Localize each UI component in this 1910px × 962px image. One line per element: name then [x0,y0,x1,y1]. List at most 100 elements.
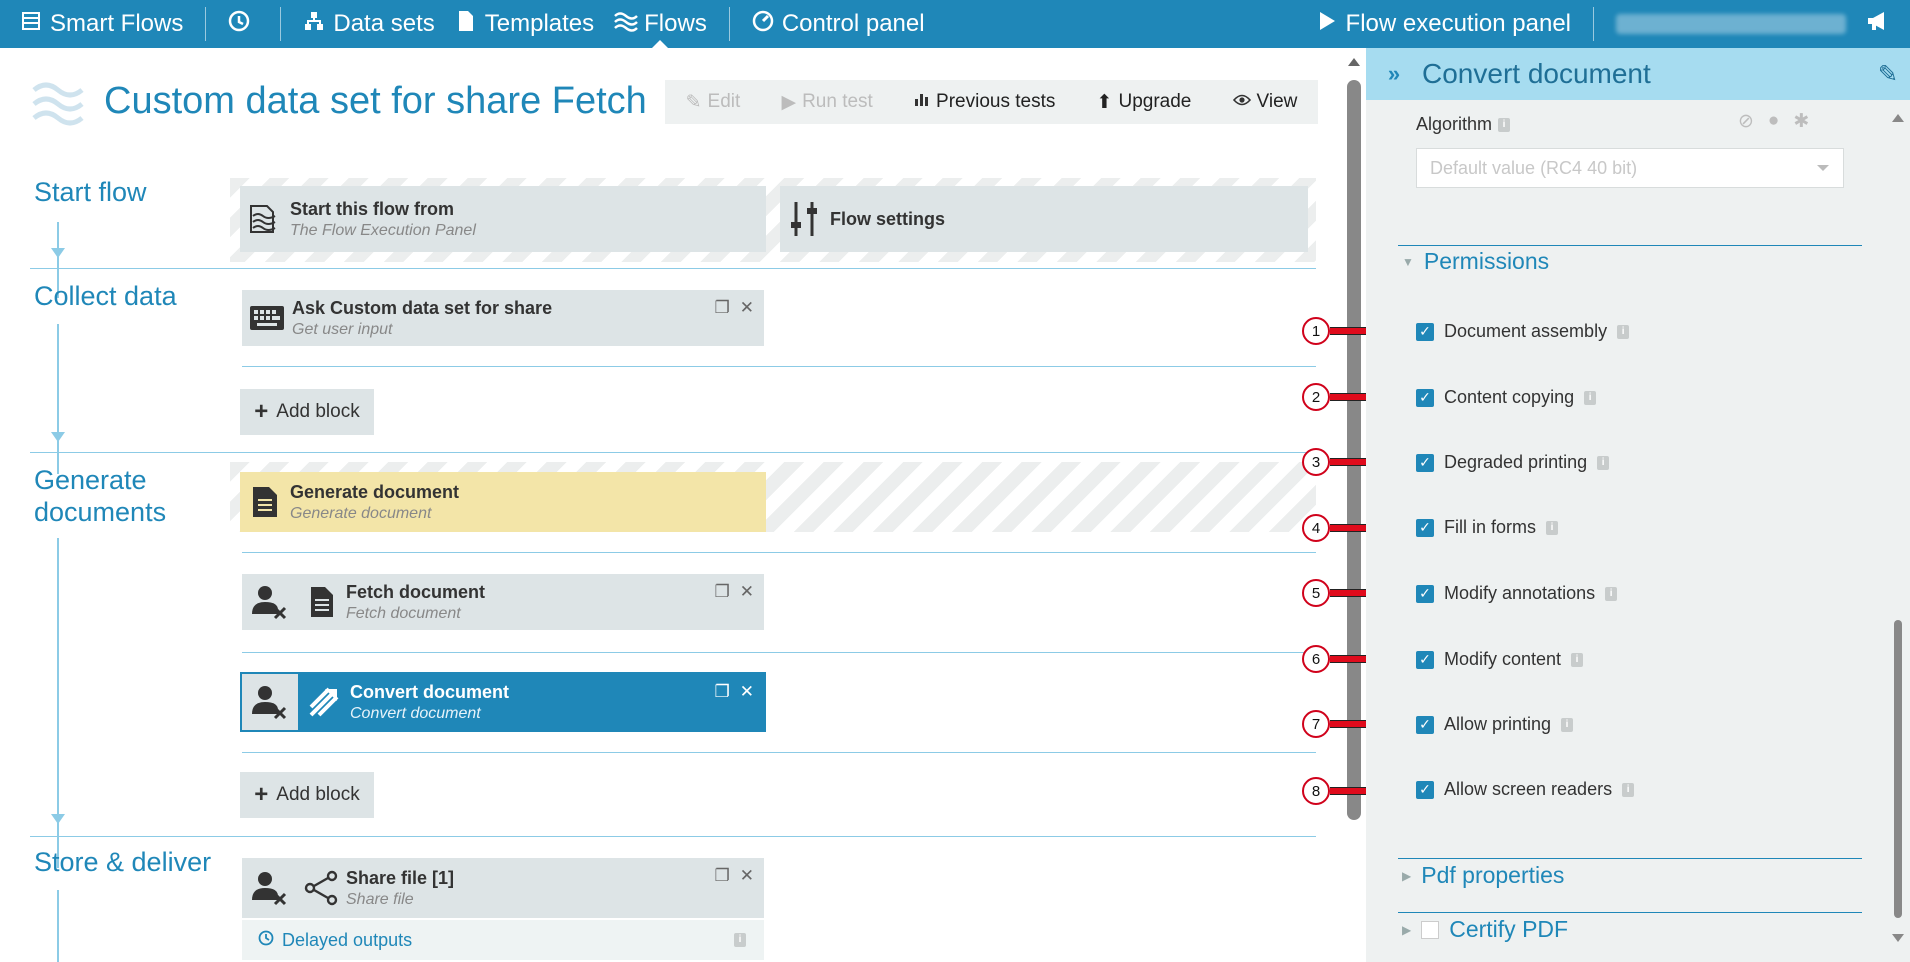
copy-icon[interactable]: ❐ [715,582,730,602]
add-block-button[interactable]: + Add block [240,389,374,435]
view-button[interactable]: View [1232,91,1297,113]
add-block-label: Add block [276,401,360,422]
checkbox-checked[interactable]: ✓ [1416,388,1434,407]
info-icon[interactable]: i [734,933,746,947]
copy-icon[interactable]: ❐ [715,298,730,318]
block-name: Share file [1] [346,867,455,888]
permission-content-copying[interactable]: ✓ Content copying i [1416,387,1597,408]
checkbox-checked[interactable]: ✓ [1416,715,1434,734]
nav-data-sets[interactable]: Data sets [293,0,444,48]
run-test-label: Run test [802,91,873,112]
permission-allow-printing[interactable]: ✓ Allow printing i [1416,714,1574,735]
block-share-file[interactable]: Share file [1] Share file ❐ ✕ [242,858,764,918]
nav-history-button[interactable] [218,0,268,48]
panel-scrollbar[interactable] [1894,620,1902,918]
info-icon[interactable]: i [1617,324,1630,339]
panel-scroll-down-arrow[interactable] [1892,934,1904,942]
permission-label: Allow screen readers [1444,779,1613,799]
block-ask-custom-data-set[interactable]: Ask Custom data set for share Get user i… [242,290,764,346]
block-divider [242,366,1316,367]
scroll-up-arrow[interactable] [1348,58,1360,66]
checkbox-unchecked[interactable] [1421,920,1440,939]
nav-notifications-button[interactable] [1856,0,1910,48]
close-icon[interactable]: ✕ [740,298,754,318]
block-convert-document[interactable]: Convert document Convert document ❐ ✕ [240,672,766,732]
algorithm-select[interactable]: Default value (RC4 40 bit) [1416,148,1844,188]
block-divider [242,652,1316,653]
certify-pdf-section-toggle[interactable]: ▶ Certify PDF [1402,916,1568,943]
permission-fill-in-forms[interactable]: ✓ Fill in forms i [1416,517,1559,538]
checkbox-checked[interactable]: ✓ [1416,518,1434,537]
page-title: Custom data set for share Fetch [104,80,647,122]
megaphone-icon [1866,10,1888,38]
annotation-number: 7 [1302,710,1330,738]
nav-user-menu[interactable] [1606,0,1856,48]
nav-control-panel[interactable]: Control panel [742,0,935,48]
add-block-button[interactable]: + Add block [240,772,374,818]
block-divider [242,552,1316,553]
block-fetch-document[interactable]: Fetch document Fetch document ❐ ✕ [242,574,764,630]
block-flow-settings[interactable]: Flow settings [780,186,1308,252]
document-icon [240,472,290,532]
section-start-flow: Start flow [34,177,147,207]
user-icon[interactable]: ● [1768,110,1779,133]
close-icon[interactable]: ✕ [740,682,754,702]
nav-templates[interactable]: Templates [445,0,604,48]
nav-flow-execution-panel[interactable]: Flow execution panel [1306,0,1581,48]
info-icon[interactable]: i [1622,782,1635,797]
user-remove-icon [242,574,298,630]
close-icon[interactable]: ✕ [740,866,754,886]
checkbox-checked[interactable]: ✓ [1416,780,1434,799]
user-remove-icon [242,858,298,918]
nav-brand-label: Smart Flows [50,10,184,37]
block-generate-document[interactable]: Generate document Generate document [240,472,766,532]
info-icon[interactable]: i [1571,652,1584,667]
block-start-this-flow-from[interactable]: Start this flow from The Flow Execution … [240,186,766,252]
panel-scroll-up-arrow[interactable] [1892,114,1904,122]
checkbox-checked[interactable]: ✓ [1416,584,1434,603]
permission-modify-annotations[interactable]: ✓ Modify annotations i [1416,583,1618,604]
nav-separator [1593,7,1594,41]
permission-modify-content[interactable]: ✓ Modify content i [1416,649,1584,670]
checkbox-checked[interactable]: ✓ [1416,322,1434,341]
nav-flows[interactable]: Flows [604,0,717,49]
pencil-icon[interactable]: ✎ [1878,60,1898,89]
permissions-section-toggle[interactable]: ▼ Permissions [1402,248,1549,275]
copy-icon[interactable]: ❐ [715,866,730,886]
algorithm-select-value: Default value (RC4 40 bit) [1430,157,1638,178]
run-test-button[interactable]: ▶ Run test [781,91,872,114]
permission-allow-screen-readers[interactable]: ✓ Allow screen readers i [1416,779,1635,800]
algorithm-source-icons: ⊘ ● ✱ [1738,110,1809,133]
link-icon[interactable]: ⊘ [1738,110,1754,133]
panel-divider [1398,245,1862,246]
edit-button[interactable]: ✎ Edit [686,91,741,114]
asterisk-icon[interactable]: ✱ [1793,110,1809,133]
info-icon[interactable]: i [1498,117,1511,132]
close-icon[interactable]: ✕ [740,582,754,602]
previous-tests-button[interactable]: Previous tests [914,91,1055,113]
layers-icon [20,10,42,38]
properties-panel: » Convert document ✎ Algorithm i ⊘ ● ✱ D… [1366,48,1910,962]
info-icon[interactable]: i [1561,717,1574,732]
permissions-title: Permissions [1423,248,1550,274]
permission-degraded-printing[interactable]: ✓ Degraded printing i [1416,452,1610,473]
permission-document-assembly[interactable]: ✓ Document assembly i [1416,321,1630,342]
checkbox-checked[interactable]: ✓ [1416,453,1434,472]
caret-right-icon: ▶ [1402,868,1412,883]
annotation-number: 1 [1302,317,1330,345]
copy-icon[interactable]: ❐ [715,682,730,702]
info-icon[interactable]: i [1605,586,1618,601]
waves-icon [614,10,639,38]
info-icon[interactable]: i [1546,520,1559,535]
block-subtitle: Convert document [350,704,481,722]
pencil-icon: ✎ [685,91,702,113]
expand-icon[interactable]: » [1366,61,1422,87]
block-subtitle: Get user input [292,320,393,338]
nav-brand[interactable]: Smart Flows [0,0,193,48]
info-icon[interactable]: i [1584,390,1597,405]
upgrade-button[interactable]: ⬆ Upgrade [1097,91,1192,114]
checkbox-checked[interactable]: ✓ [1416,650,1434,669]
delayed-outputs[interactable]: Delayed outputs i [242,920,764,960]
info-icon[interactable]: i [1597,455,1610,470]
pdf-properties-section-toggle[interactable]: ▶ Pdf properties [1402,862,1564,889]
